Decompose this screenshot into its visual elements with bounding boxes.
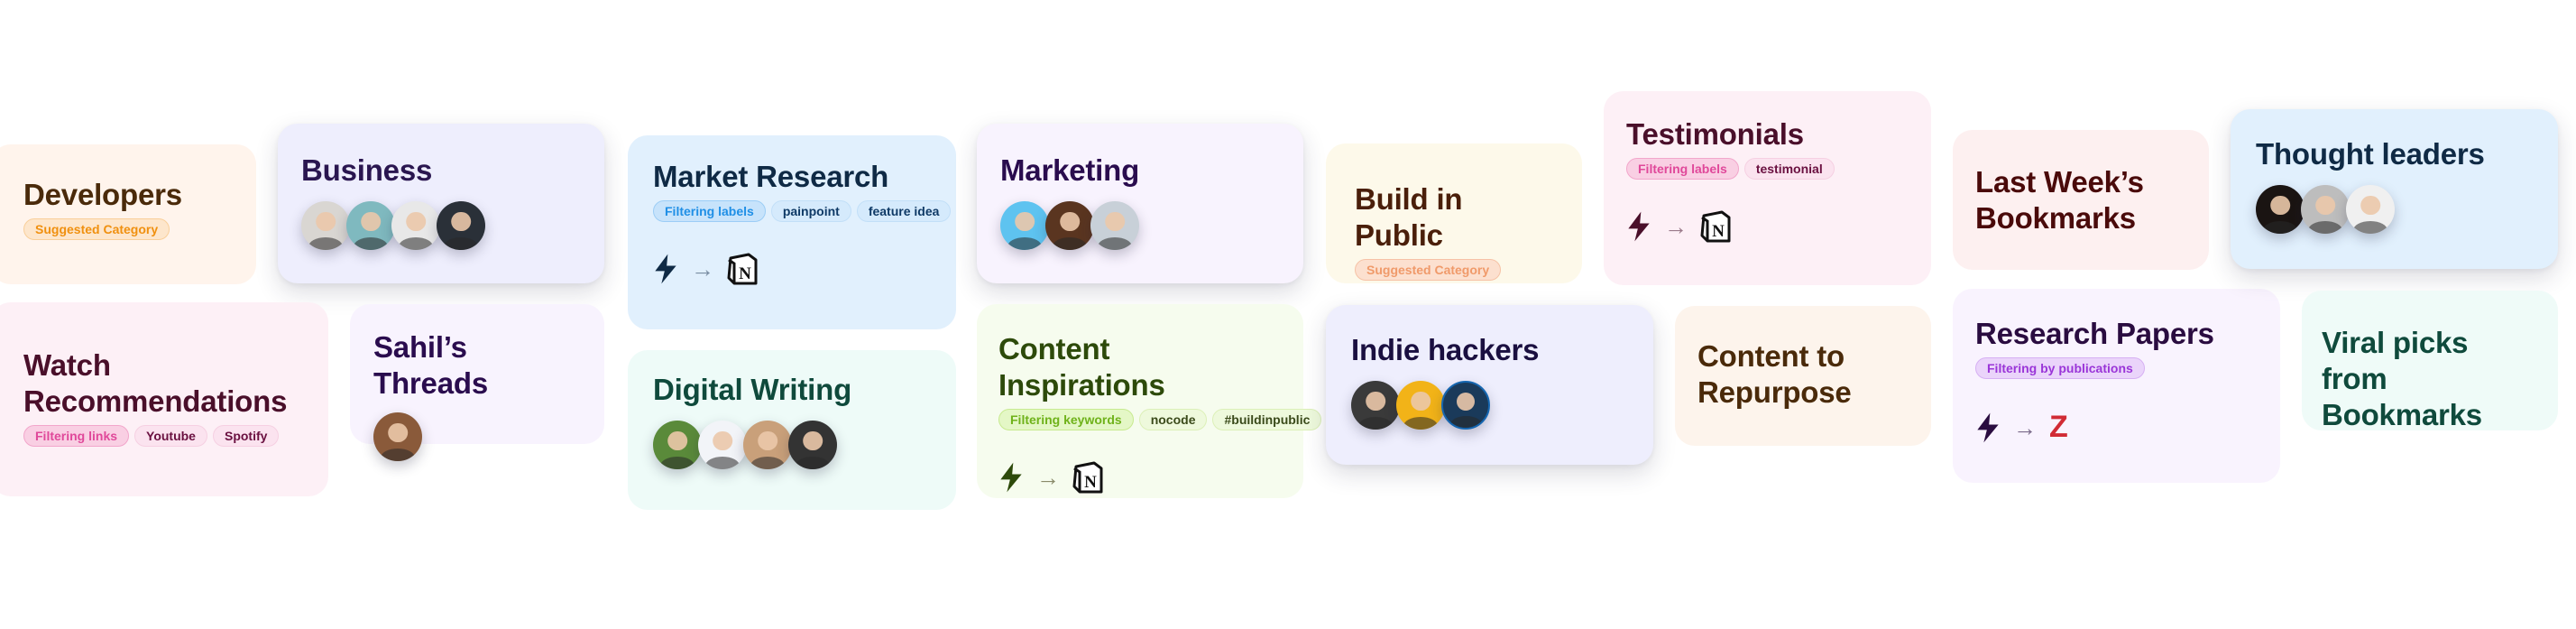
category-card-indie-hackers[interactable]: Indie hackers xyxy=(1326,305,1653,465)
integration-flow: → Z xyxy=(1975,410,2257,445)
filter-type-badge: Filtering keywords xyxy=(998,409,1134,430)
card-title: Viral picks from Bookmarks xyxy=(2322,325,2535,433)
avatar xyxy=(653,421,702,469)
filter-type-badge: Filtering labels xyxy=(653,200,766,222)
notion-icon: N xyxy=(1072,461,1103,494)
category-card-marketing[interactable]: Marketing xyxy=(977,124,1303,283)
bolt-icon xyxy=(1000,462,1022,493)
avatar xyxy=(2256,185,2305,234)
avatar-group xyxy=(653,421,933,469)
zotero-icon: Z xyxy=(2049,410,2068,444)
card-title: Thought leaders xyxy=(2256,137,2485,171)
avatar-group xyxy=(2256,185,2535,234)
card-title: Last Week’s Bookmarks xyxy=(1975,164,2185,236)
bolt-icon xyxy=(1977,412,1999,442)
integration-flow: → N xyxy=(1626,210,1908,243)
avatar xyxy=(437,201,485,250)
category-card-market-research[interactable]: Market Research Filtering labels painpoi… xyxy=(628,135,956,329)
suggested-category-badge: Suggested Category xyxy=(1355,259,1502,281)
avatar-group xyxy=(1351,381,1630,430)
category-card-build-in-public[interactable]: Build in Public Suggested Category xyxy=(1326,143,1582,283)
avatar xyxy=(1045,201,1094,250)
avatar xyxy=(1441,381,1490,430)
card-title: Testimonials xyxy=(1626,117,1804,151)
filter-type-badge: Filtering links xyxy=(23,425,130,447)
filter-tag: #buildinpublic xyxy=(1212,409,1322,430)
card-title: Content Inspirations xyxy=(998,332,1165,402)
category-card-thought-leaders[interactable]: Thought leaders xyxy=(2231,109,2558,269)
avatar xyxy=(1000,201,1049,250)
category-card-research-papers[interactable]: Research Papers Filtering by publication… xyxy=(1953,289,2280,483)
integration-flow: → N xyxy=(998,461,1280,494)
card-title: Content to Repurpose xyxy=(1697,338,1908,411)
notion-icon: N xyxy=(727,253,758,285)
card-title-line: Bookmarks xyxy=(2322,398,2482,431)
card-title: Indie hackers xyxy=(1351,333,1540,366)
filter-tag: testimonial xyxy=(1743,158,1835,180)
svg-text:N: N xyxy=(1084,473,1097,492)
avatar xyxy=(373,412,422,461)
suggested-category-badge: Suggested Category xyxy=(23,218,170,240)
avatar xyxy=(301,201,350,250)
filter-tag: painpoint xyxy=(770,200,851,222)
arrow-icon: → xyxy=(1664,213,1688,240)
arrow-icon: → xyxy=(1036,464,1060,491)
filter-tag: nocode xyxy=(1138,409,1208,430)
avatar xyxy=(2301,185,2350,234)
svg-text:N: N xyxy=(1712,222,1725,241)
avatar xyxy=(1396,381,1445,430)
card-title-line: Last Week’s xyxy=(1975,165,2144,199)
avatar xyxy=(743,421,792,469)
filter-type-badge: Filtering labels xyxy=(1626,158,1739,180)
card-title-line: Viral picks from xyxy=(2322,326,2469,395)
filter-tag: Spotify xyxy=(212,425,280,447)
avatar xyxy=(346,201,395,250)
avatar xyxy=(698,421,747,469)
category-card-digital-writing[interactable]: Digital Writing xyxy=(628,350,956,510)
card-title: Build in Public xyxy=(1355,182,1463,252)
avatar xyxy=(1351,381,1400,430)
card-title: Market Research xyxy=(653,160,889,193)
integration-flow: → N xyxy=(653,253,933,285)
card-title: Sahil’s Threads xyxy=(373,330,488,400)
card-title-line: Recommendations xyxy=(23,384,288,418)
card-title-line: Watch xyxy=(23,348,111,382)
category-card-watch-recommendations[interactable]: Watch Recommendations Filtering links Yo… xyxy=(0,302,328,496)
avatar xyxy=(2346,185,2395,234)
card-title-line: Content to xyxy=(1697,339,1845,373)
filter-tag: feature idea xyxy=(856,200,952,222)
arrow-icon: → xyxy=(691,255,714,282)
bolt-icon xyxy=(655,254,676,284)
card-title: Developers xyxy=(23,178,182,211)
notion-icon: N xyxy=(1700,210,1731,243)
svg-text:N: N xyxy=(739,264,751,283)
card-title-line: Repurpose xyxy=(1697,375,1852,409)
category-card-content-to-repurpose[interactable]: Content to Repurpose xyxy=(1675,306,1931,446)
card-title: Digital Writing xyxy=(653,373,852,406)
category-card-testimonials[interactable]: Testimonials Filtering labels testimonia… xyxy=(1604,91,1931,285)
category-card-business[interactable]: Business xyxy=(278,124,604,283)
avatar-group xyxy=(373,412,581,461)
category-card-developers[interactable]: Developers Suggested Category xyxy=(0,144,256,284)
avatar-group xyxy=(1000,201,1280,250)
category-card-content-inspirations[interactable]: Content Inspirations Filtering keywords … xyxy=(977,304,1322,498)
avatar-group xyxy=(301,201,581,250)
category-card-viral-picks[interactable]: Viral picks from Bookmarks xyxy=(2302,291,2558,433)
card-title-line: Bookmarks xyxy=(1975,201,2136,235)
bolt-icon xyxy=(1628,211,1650,242)
category-card-sahils-threads[interactable]: Sahil’s Threads xyxy=(350,304,604,461)
card-title: Marketing xyxy=(1000,153,1140,187)
avatar xyxy=(1090,201,1139,250)
filter-type-badge: Filtering by publications xyxy=(1975,357,2145,379)
card-title: Business xyxy=(301,153,433,187)
card-title: Research Papers xyxy=(1975,317,2214,350)
filter-tag: Youtube xyxy=(134,425,207,447)
arrow-icon: → xyxy=(2013,413,2037,441)
card-title: Watch Recommendations xyxy=(23,347,305,420)
category-card-last-weeks-bookmarks[interactable]: Last Week’s Bookmarks xyxy=(1953,130,2209,270)
avatar xyxy=(391,201,440,250)
avatar xyxy=(788,421,837,469)
